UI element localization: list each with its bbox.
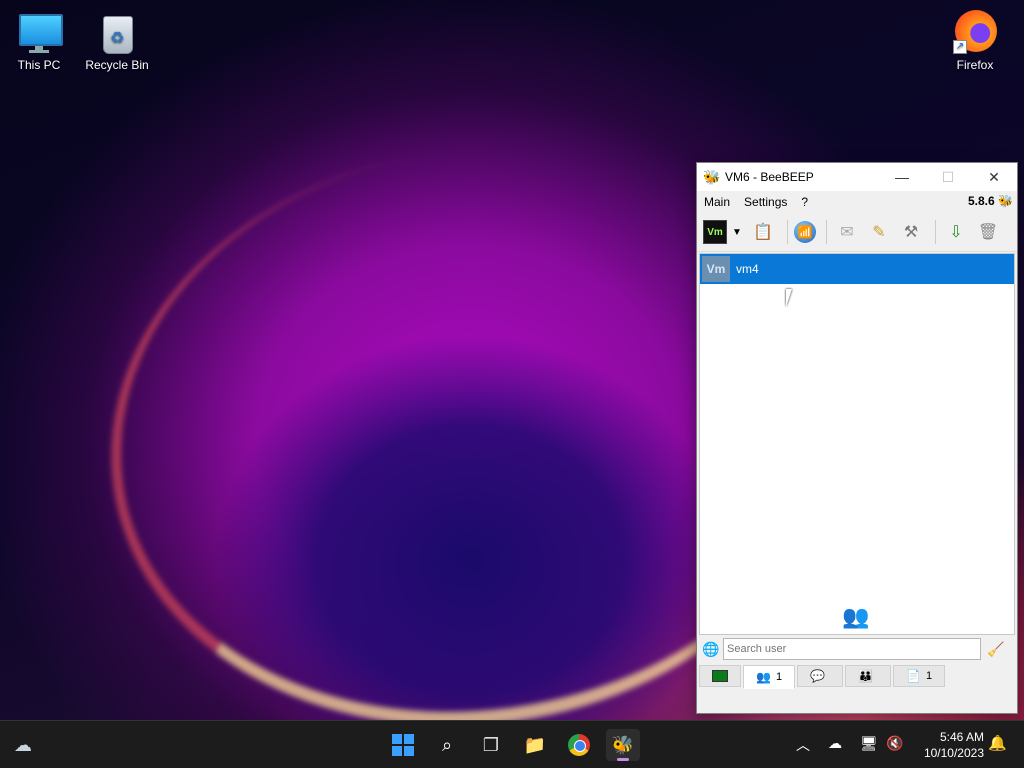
- user-name: vm4: [736, 262, 759, 276]
- group-icon: 👪: [858, 669, 873, 683]
- firefox-icon: ↗: [953, 10, 997, 54]
- tab-chats[interactable]: 💬: [797, 665, 844, 687]
- clock-date: 10/10/2023: [923, 746, 984, 760]
- windows-logo-icon: [392, 734, 414, 756]
- task-view-icon[interactable]: ❐: [474, 729, 508, 761]
- version-number: 5.8.6: [968, 194, 995, 208]
- search-icon[interactable]: ⌕: [430, 729, 464, 761]
- users-icon: 👥: [756, 670, 771, 684]
- tools-icon[interactable]: ⚒: [897, 218, 925, 246]
- onedrive-icon[interactable]: ☁: [828, 735, 842, 752]
- weather-widget-icon[interactable]: ☁: [6, 729, 40, 761]
- toolbar-divider: [935, 220, 936, 244]
- menu-main[interactable]: Main: [697, 195, 737, 209]
- toolbar-divider: [826, 220, 827, 244]
- mail-icon[interactable]: ✉: [833, 218, 861, 246]
- desktop-icon-label: Firefox: [956, 58, 994, 72]
- desktop-icon-firefox[interactable]: ↗ Firefox: [939, 2, 1011, 72]
- chrome-icon[interactable]: [562, 729, 596, 761]
- search-user-input[interactable]: [723, 638, 981, 660]
- globe-icon: 🌐: [702, 640, 720, 657]
- file-icon: 📄: [905, 669, 921, 683]
- tab-count: 1: [775, 671, 783, 683]
- shortcut-arrow-icon: ↗: [953, 40, 967, 54]
- network-icon[interactable]: 📶: [794, 221, 816, 243]
- bottom-tabs: 👥 1 💬 👪 📄 1: [699, 665, 947, 689]
- start-button[interactable]: [386, 729, 420, 761]
- chat-icon: 💬: [810, 669, 826, 683]
- window-title: VM6 - BeeBEEP: [725, 170, 814, 184]
- update-icon[interactable]: ⇩: [942, 218, 970, 246]
- toolbar-divider: [787, 220, 788, 244]
- desktop-icon-label: This PC: [17, 58, 61, 72]
- version-label: 5.8.6 🐝: [968, 194, 1013, 208]
- network-icon[interactable]: 🖥: [860, 735, 878, 752]
- mouse-cursor: [786, 289, 798, 307]
- maximize-button[interactable]: ☐: [925, 163, 971, 191]
- beebeep-taskbar-icon[interactable]: 🐝: [606, 729, 640, 761]
- volume-muted-icon[interactable]: 🔇: [886, 735, 903, 752]
- minimize-button[interactable]: —: [879, 163, 925, 191]
- user-list-item[interactable]: Vm vm4: [700, 254, 1014, 284]
- file-explorer-icon[interactable]: 📁: [518, 729, 552, 761]
- tab-terminal[interactable]: [699, 665, 741, 687]
- recycle-bin-icon: ♻: [95, 10, 139, 54]
- profile-status-button[interactable]: Vm: [703, 220, 727, 244]
- menu-help[interactable]: ?: [794, 195, 815, 209]
- clock[interactable]: 5:46 AM 10/10/2023: [912, 729, 984, 761]
- beebeep-bee-icon: 🐝: [703, 168, 721, 185]
- notification-bell-icon[interactable]: 🔔: [988, 734, 1007, 752]
- beebeep-window: 🐝 VM6 - BeeBEEP — ☐ ✕ Main Settings ? 5.…: [696, 162, 1018, 714]
- clear-icon[interactable]: 🗑: [974, 218, 1002, 246]
- menu-settings[interactable]: Settings: [737, 195, 794, 209]
- avatar: Vm: [702, 256, 730, 282]
- tab-count: 1: [925, 670, 933, 682]
- clock-time: 5:46 AM: [939, 730, 984, 744]
- taskbar: ☁ ⌕ ❐ 📁 🐝 ︿ ☁ 🖥 🔇 5:46 AM 10/10/2023 🔔: [0, 720, 1024, 768]
- chevron-up-icon[interactable]: ︿: [796, 735, 810, 755]
- toolbar: Vm ▼ 📋 📶 ✉ ✎ ⚒ ⇩ 🗑: [697, 213, 1017, 252]
- bee-icon: 🐝: [998, 194, 1013, 208]
- user-list: Vm vm4 👥: [699, 253, 1015, 635]
- edit-icon[interactable]: ✎: [865, 218, 893, 246]
- chevron-down-icon[interactable]: ▼: [731, 218, 743, 246]
- title-bar[interactable]: 🐝 VM6 - BeeBEEP — ☐ ✕: [697, 163, 1017, 191]
- computer-icon: [17, 10, 63, 54]
- menu-bar: Main Settings ? 5.8.6 🐝: [697, 191, 1017, 213]
- terminal-icon: [712, 670, 728, 682]
- tab-files[interactable]: 📄 1: [892, 665, 946, 687]
- desktop-icon-label: Recycle Bin: [85, 58, 149, 72]
- edit-profile-icon[interactable]: 📋: [749, 218, 777, 246]
- search-bar: 🌐 🧹: [699, 637, 1013, 661]
- tab-users[interactable]: 👥 1: [743, 665, 796, 689]
- tab-groups[interactable]: 👪: [845, 665, 891, 687]
- users-icon: 👥: [842, 604, 870, 629]
- close-button[interactable]: ✕: [971, 163, 1017, 191]
- clear-search-icon[interactable]: 🧹: [981, 641, 1011, 658]
- desktop-icon-recycle-bin[interactable]: ♻ Recycle Bin: [81, 2, 153, 72]
- desktop-icon-this-pc[interactable]: This PC: [3, 2, 75, 72]
